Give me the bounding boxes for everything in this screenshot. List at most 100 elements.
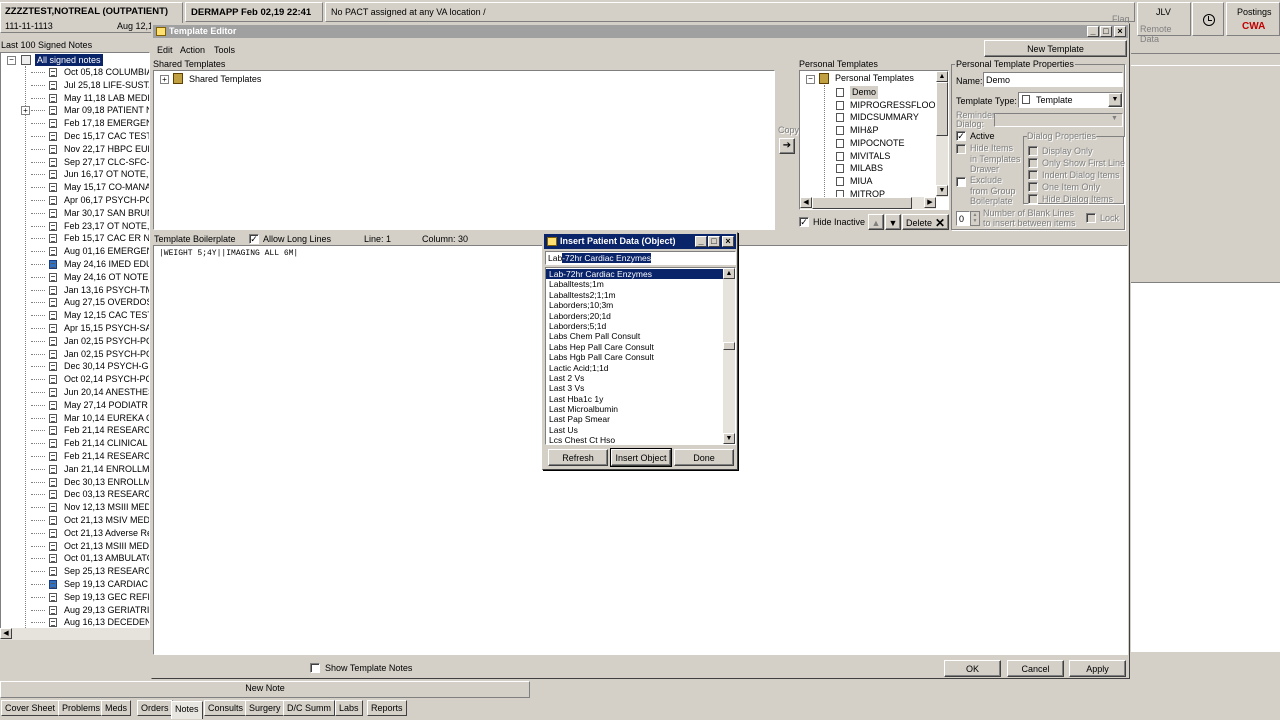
note-list-item[interactable]: Aug 01,16 EMERGEN	[1, 245, 149, 258]
note-list-item[interactable]: Feb 15,17 CAC ER NU	[1, 232, 149, 245]
note-list-item[interactable]: Oct 21,13 MSIII MEDI	[1, 540, 149, 553]
allow-long-lines-checkbox[interactable]: ✓	[249, 234, 259, 244]
note-list-item[interactable]: Mar 30,17 SAN BRUN	[1, 207, 149, 220]
collapse-toggle[interactable]: −	[806, 75, 815, 84]
postings-button[interactable]: Postings CWA	[1226, 2, 1280, 36]
personal-root-label[interactable]: Personal Templates	[835, 73, 914, 83]
tab-cover-sheet[interactable]: Cover Sheet	[1, 700, 60, 716]
shared-root-label[interactable]: Shared Templates	[189, 74, 261, 84]
note-list-item[interactable]: Feb 21,14 RESEARCI	[1, 450, 149, 463]
done-button[interactable]: Done	[674, 449, 734, 466]
personal-templates-tree[interactable]: − Personal Templates Demo MIPROGRESSFLOOR…	[799, 70, 949, 210]
note-list-item[interactable]: Aug 27,15 OVERDOS	[1, 296, 149, 309]
object-list-vscroll[interactable]: ▲ ▼	[723, 268, 735, 444]
jlv-button[interactable]: JLV Remote Data	[1137, 2, 1191, 44]
new-template-button[interactable]: New Template	[984, 40, 1127, 57]
personal-template-item[interactable]: MIPROGRESSFLOOR	[800, 99, 942, 112]
note-list-item[interactable]: Jan 21,14 ENROLLMI	[1, 463, 149, 476]
reminder-select[interactable]: ▼	[994, 113, 1123, 127]
object-list-item[interactable]: Labs Hgb Pall Care Consult	[546, 352, 723, 362]
note-list-item[interactable]: Feb 21,14 RESEARCI	[1, 424, 149, 437]
object-list-item[interactable]: Lab-72hr Cardiac Enzymes	[546, 269, 723, 280]
note-list-item[interactable]: May 12,15 CAC TEST	[1, 309, 149, 322]
type-select[interactable]: Template ▼	[1018, 92, 1123, 108]
notes-hscroll[interactable]: ◀	[0, 628, 150, 640]
object-list-item[interactable]: Last Pap Smear	[546, 414, 723, 424]
location-header[interactable]: DERMAPP Feb 02,19 22:41	[185, 2, 323, 22]
note-list-item[interactable]: Nov 22,17 HBPC EUF	[1, 143, 149, 156]
note-list-item[interactable]: Oct 01,13 AMBULATO	[1, 552, 149, 565]
pact-header[interactable]: No PACT assigned at any VA location /	[325, 2, 1135, 22]
menu-tools[interactable]: Tools	[214, 45, 235, 55]
name-input[interactable]: Demo	[983, 72, 1123, 87]
note-list-item[interactable]: Apr 15,15 PSYCH-SA	[1, 322, 149, 335]
personal-template-item[interactable]: MIPOCNOTE	[800, 137, 936, 150]
tab-meds[interactable]: Meds	[101, 700, 132, 716]
note-list-item[interactable]: Nov 12,13 MSIII MED	[1, 501, 149, 514]
reminder-dropdown-arrow[interactable]: ▼	[1111, 115, 1118, 122]
note-list-item[interactable]: Jan 02,15 PSYCH-PC	[1, 335, 149, 348]
move-up-button[interactable]: ▲	[868, 214, 884, 230]
object-list-item[interactable]: Lcs Chest Ct Hso	[546, 435, 723, 444]
note-list-item[interactable]: Jan 02,15 PSYCH-PC	[1, 348, 149, 361]
object-list-item[interactable]: Last Microalbumin	[546, 404, 723, 414]
expand-toggle[interactable]: +	[21, 106, 30, 116]
note-list-item[interactable]: Oct 21,13 Adverse Re	[1, 527, 149, 540]
move-down-button[interactable]: ▼	[885, 214, 901, 230]
delete-button[interactable]: Delete ✕	[902, 214, 949, 230]
note-list-item[interactable]: Dec 03,13 RESEARC	[1, 488, 149, 501]
hide-dialog-items-checkbox[interactable]	[1028, 194, 1038, 204]
note-list-item[interactable]: Jun 20,14 ANESTHES	[1, 386, 149, 399]
personal-template-item[interactable]: MIH&P	[800, 124, 936, 137]
note-list-item[interactable]: Oct 05,18 COLUMBIA	[1, 66, 149, 79]
scroll-up-arrow[interactable]: ▲	[936, 71, 948, 82]
note-list-item[interactable]: May 15,17 CO-MANA	[1, 181, 149, 194]
personal-template-item[interactable]: MILABS	[800, 162, 936, 175]
tab-orders[interactable]: Orders	[137, 700, 173, 716]
note-list-item[interactable]: Mar 10,14 EUREKA C	[1, 412, 149, 425]
note-list-item[interactable]: Sep 19,13 GEC REFE	[1, 591, 149, 604]
personal-template-item[interactable]: MIUA	[800, 175, 936, 188]
new-note-button[interactable]: New Note	[1, 682, 529, 697]
display-only-checkbox[interactable]	[1028, 146, 1038, 156]
tab-surgery[interactable]: Surgery	[245, 700, 285, 716]
blank-lines-input[interactable]: 0	[956, 211, 970, 226]
cancel-button[interactable]: Cancel	[1007, 660, 1064, 677]
insert-maximize-button[interactable]: □	[708, 236, 720, 247]
exclude-checkbox[interactable]	[956, 177, 966, 187]
object-list-item[interactable]: Labs Chem Pall Consult	[546, 331, 723, 341]
scroll-thumb[interactable]	[723, 342, 735, 350]
lock-checkbox[interactable]	[1086, 213, 1096, 223]
note-list-item[interactable]: Oct 21,13 MSIV MED	[1, 514, 149, 527]
note-list-item[interactable]: Feb 21,14 CLINICAL I	[1, 437, 149, 450]
object-list[interactable]: Lab-72hr Cardiac Enzymes Laballtests;1m La…	[545, 267, 736, 445]
note-list-item[interactable]: Jun 16,17 OT NOTE,	[1, 168, 149, 181]
menu-action[interactable]: Action	[180, 45, 205, 55]
object-list-item[interactable]: Last 3 Vs	[546, 383, 723, 393]
tab-notes[interactable]: Notes	[171, 701, 203, 719]
note-list-item[interactable]: Dec 30,13 ENROLLM	[1, 476, 149, 489]
personal-template-item[interactable]: MIVITALS	[800, 150, 936, 163]
ok-button[interactable]: OK	[944, 660, 1001, 677]
splitter-bar[interactable]: Copy ➔	[776, 70, 799, 230]
template-editor-titlebar[interactable]: Template Editor	[153, 25, 1128, 38]
apply-button[interactable]: Apply	[1069, 660, 1126, 677]
object-list-item[interactable]: Last Hba1c 1y	[546, 394, 723, 404]
scroll-left-arrow[interactable]: ◀	[0, 628, 12, 639]
object-list-item[interactable]: Laballtests2;1;1m	[546, 290, 723, 300]
note-list-item[interactable]: May 24,16 OT NOTE,	[1, 271, 149, 284]
personal-hscroll[interactable]: ◀ ▶	[800, 197, 936, 209]
one-item-only-checkbox[interactable]	[1028, 182, 1038, 192]
note-list-item[interactable]: + Mar 09,18 PATIENT N	[1, 104, 149, 117]
note-list-item[interactable]: Apr 06,17 PSYCH-PC	[1, 194, 149, 207]
note-list-item[interactable]: May 11,18 LAB MEDI	[1, 92, 149, 105]
tree-collapse-toggle[interactable]: −	[7, 56, 16, 65]
object-list-item[interactable]: Laborders;10;3m	[546, 300, 723, 310]
scroll-left-arrow[interactable]: ◀	[800, 197, 812, 208]
note-list-item[interactable]: Dec 30,14 PSYCH-GF	[1, 360, 149, 373]
minimize-button[interactable]: _	[1087, 26, 1099, 37]
clock-button[interactable]	[1192, 2, 1224, 36]
tab-problems[interactable]: Problems	[58, 700, 105, 716]
insert-minimize-button[interactable]: _	[695, 236, 707, 247]
note-list-item[interactable]: Sep 27,17 CLC-SFC-F	[1, 156, 149, 169]
